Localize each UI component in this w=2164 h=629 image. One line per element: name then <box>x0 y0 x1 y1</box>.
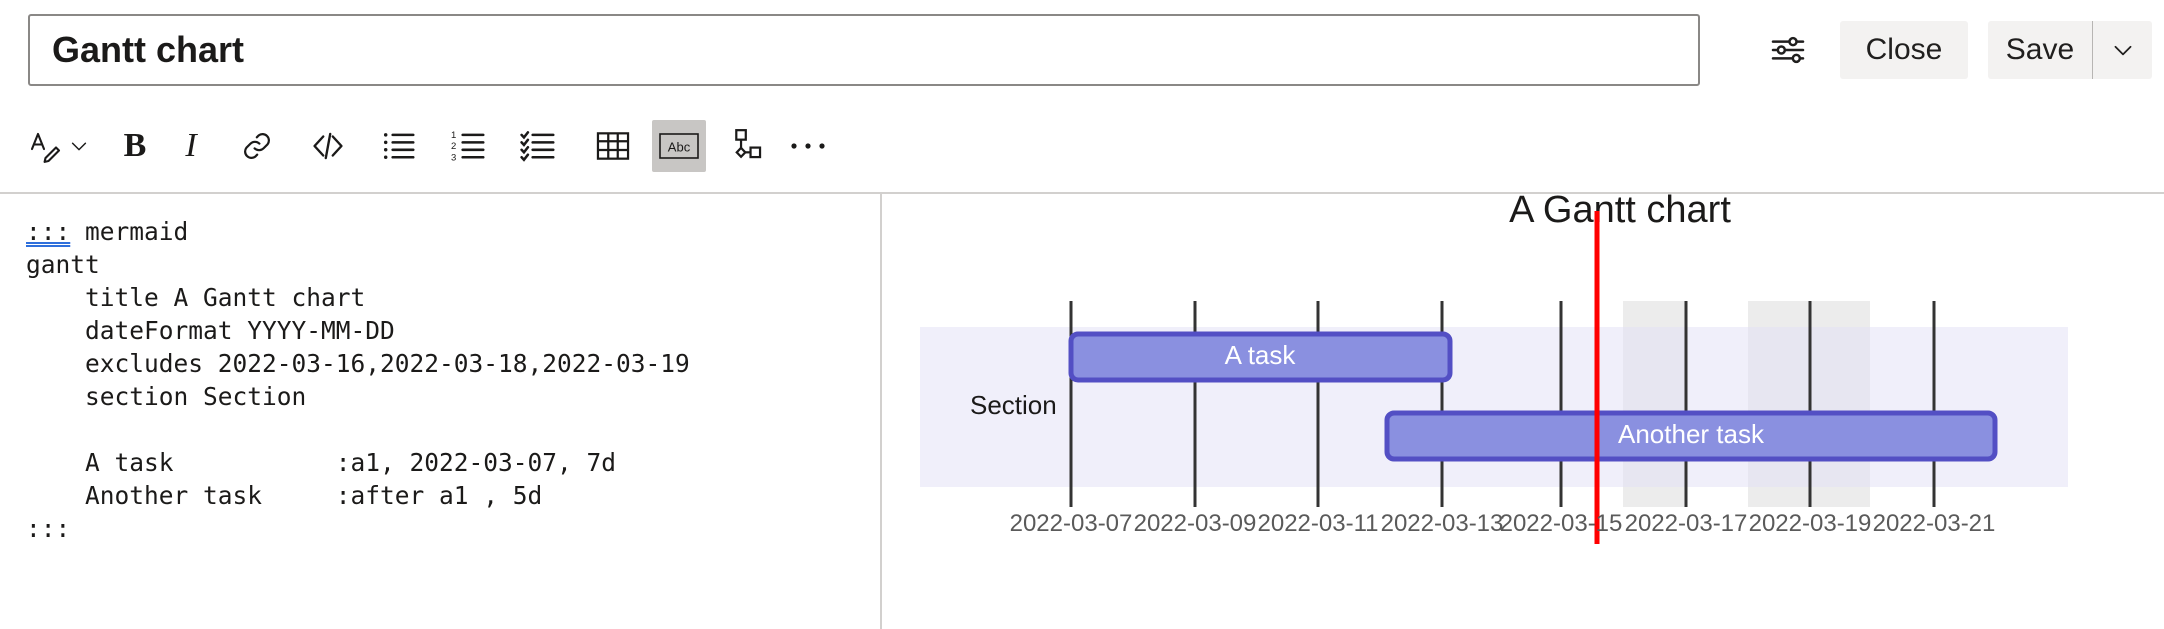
language-token: mermaid <box>85 217 189 246</box>
close-button[interactable]: Close <box>1840 21 1968 79</box>
gantt-title: A Gantt chart <box>1509 194 1731 231</box>
gantt-task-bar[interactable]: Another task <box>1384 410 1998 462</box>
svg-text:1: 1 <box>451 130 456 141</box>
axis-tick-label: 2022-03-15 <box>1500 510 1623 537</box>
axis-tick-label: 2022-03-19 <box>1749 510 1872 537</box>
code-icon[interactable] <box>300 120 356 172</box>
font-color-icon[interactable] <box>22 120 66 172</box>
axis-tick-label: 2022-03-11 <box>1258 510 1379 537</box>
italic-button[interactable]: I <box>166 120 216 172</box>
bulleted-list-icon[interactable] <box>372 120 426 172</box>
save-button[interactable]: Save <box>1988 21 2092 79</box>
fence-open-token: ::: <box>26 217 71 246</box>
numbered-list-icon[interactable]: 1 2 3 <box>442 120 496 172</box>
gantt-task-bar[interactable]: A task <box>1068 331 1453 383</box>
axis-tick-label: 2022-03-21 <box>1873 510 1996 537</box>
section-label: Section <box>970 390 1057 420</box>
gantt-preview-pane: A Gantt chart Section A task Another tas… <box>882 194 2164 629</box>
save-dropdown-button[interactable] <box>2092 21 2152 79</box>
task-bar-label: Another task <box>1618 419 1765 449</box>
formatting-toolbar: B I 1 2 3 Abc <box>0 100 2164 248</box>
font-color-chevron-down-icon[interactable] <box>62 120 96 172</box>
code-body: gantt title A Gantt chart dateFormat YYY… <box>26 250 690 543</box>
axis-tick-label: 2022-03-09 <box>1134 510 1257 537</box>
svg-text:2: 2 <box>451 141 456 152</box>
bold-button[interactable]: B <box>110 120 160 172</box>
bold-label: B <box>123 127 147 164</box>
mermaid-source-code[interactable]: ::: mermaid gantt title A Gantt chart da… <box>26 215 880 545</box>
table-icon[interactable] <box>586 120 640 172</box>
abc-label: Abc <box>668 140 691 155</box>
settings-sliders-icon[interactable] <box>1762 24 1814 76</box>
excluded-day-band-overlay <box>1623 327 1685 487</box>
task-bar-label: A task <box>1225 340 1297 370</box>
checklist-icon[interactable] <box>512 120 566 172</box>
more-options-icon[interactable] <box>780 120 836 172</box>
abc-spellcheck-icon[interactable]: Abc <box>652 120 706 172</box>
diagram-icon[interactable] <box>718 120 772 172</box>
page-header: Close Save <box>0 0 2164 100</box>
chevron-down-icon <box>2114 45 2131 56</box>
axis-tick-label: 2022-03-13 <box>1381 510 1504 537</box>
axis-tick-label: 2022-03-17 <box>1625 510 1748 537</box>
code-editor-pane[interactable]: ::: mermaid gantt title A Gantt chart da… <box>0 194 880 629</box>
page-title-input[interactable] <box>28 14 1700 86</box>
axis-tick-label: 2022-03-07 <box>1010 510 1133 537</box>
gantt-chart-svg: A Gantt chart Section A task Another tas… <box>920 194 2068 544</box>
link-icon[interactable] <box>232 120 282 172</box>
svg-text:3: 3 <box>451 152 456 163</box>
italic-label: I <box>185 127 197 164</box>
axis-tick-labels: 2022-03-07 2022-03-09 2022-03-11 2022-03… <box>1010 510 1996 537</box>
